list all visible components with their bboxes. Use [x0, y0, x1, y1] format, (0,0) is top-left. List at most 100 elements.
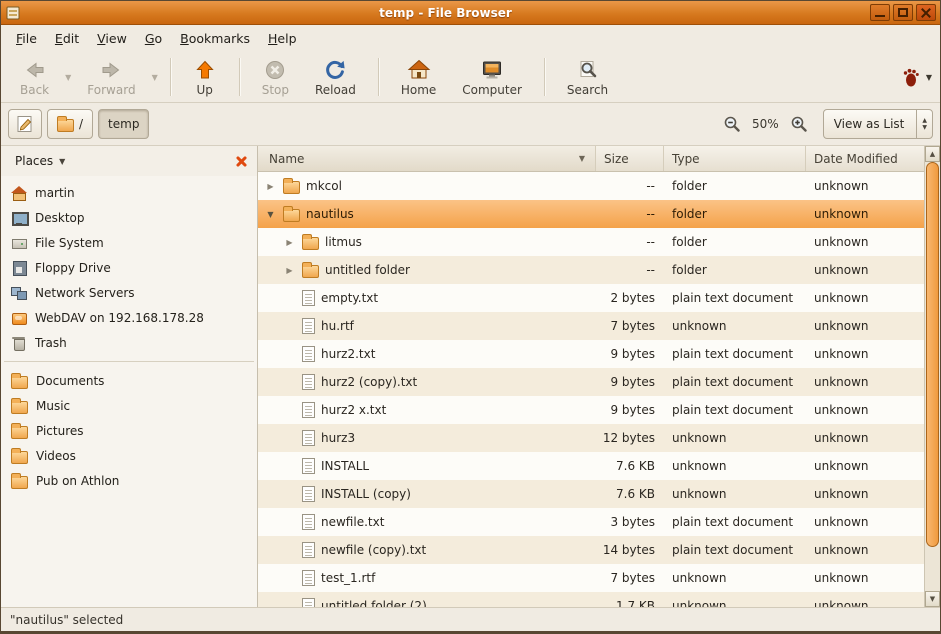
search-icon	[576, 58, 600, 82]
file-row[interactable]: hurz3 12 bytes unknown unknown	[258, 424, 924, 452]
file-row[interactable]: newfile.txt 3 bytes plain text document …	[258, 508, 924, 536]
column-label: Type	[672, 152, 700, 166]
file-row[interactable]: test_1.rtf 7 bytes unknown unknown	[258, 564, 924, 592]
expander-icon[interactable]: ▶	[283, 238, 296, 247]
file-modified: unknown	[806, 403, 924, 417]
root-path-button[interactable]: /	[47, 109, 93, 139]
toolbar-separator	[239, 58, 240, 96]
menu-help[interactable]: Help	[259, 27, 306, 50]
file-name: newfile.txt	[321, 515, 384, 529]
sidebar-item[interactable]: Pub on Athlon	[1, 468, 257, 493]
sidebar-item[interactable]: Floppy Drive	[1, 255, 257, 280]
scrollbar-track[interactable]	[925, 162, 940, 591]
column-header-type[interactable]: Type	[664, 146, 806, 171]
sidebar-item-label: Desktop	[35, 211, 85, 225]
sidebar-item-label: File System	[35, 236, 104, 250]
forward-dropdown-arrow[interactable]: ▼	[149, 73, 161, 82]
search-button[interactable]: Search	[554, 56, 621, 99]
folder-icon	[11, 401, 28, 414]
file-row[interactable]: newfile (copy).txt 14 bytes plain text d…	[258, 536, 924, 564]
toolbar-separator	[378, 58, 379, 96]
places-label: Places	[15, 154, 53, 168]
edit-location-button[interactable]	[8, 109, 42, 139]
titlebar[interactable]: temp - File Browser	[1, 1, 940, 25]
toolbar-overflow-arrow[interactable]: ▼	[924, 73, 934, 82]
reload-button[interactable]: Reload	[302, 56, 369, 99]
current-folder-label: temp	[108, 117, 139, 131]
menu-edit[interactable]: Edit	[46, 27, 88, 50]
sidebar-item[interactable]: Desktop	[1, 205, 257, 230]
menubar: File Edit View Go Bookmarks Help	[1, 25, 940, 52]
file-type: plain text document	[664, 375, 806, 389]
vertical-scrollbar[interactable]: ▲ ▼	[924, 146, 940, 607]
sidebar-item[interactable]: WebDAV on 192.168.178.28	[1, 305, 257, 330]
file-row[interactable]: untitled folder (2) 1.7 KB unknown unkno…	[258, 592, 924, 607]
scrollbar-thumb[interactable]	[926, 162, 939, 547]
combo-arrows-icon: ▲▼	[916, 110, 932, 138]
menu-go[interactable]: Go	[136, 27, 171, 50]
file-row[interactable]: INSTALL (copy) 7.6 KB unknown unknown	[258, 480, 924, 508]
file-row[interactable]: hurz2 x.txt 9 bytes plain text document …	[258, 396, 924, 424]
file-row[interactable]: hurz2 (copy).txt 9 bytes plain text docu…	[258, 368, 924, 396]
back-button[interactable]: Back	[7, 56, 62, 99]
view-mode-select[interactable]: View as List ▲▼	[823, 109, 933, 139]
file-type: unknown	[664, 431, 806, 445]
scroll-down-button[interactable]: ▼	[925, 591, 940, 607]
sidebar-item[interactable]: Trash	[1, 330, 257, 355]
expander-icon[interactable]: ▼	[264, 210, 277, 219]
menu-bookmarks[interactable]: Bookmarks	[171, 27, 259, 50]
forward-button[interactable]: Forward	[74, 56, 148, 99]
expander-icon[interactable]: ▶	[264, 182, 277, 191]
minimize-button[interactable]	[870, 4, 890, 21]
home-button[interactable]: Home	[388, 56, 449, 99]
file-type: unknown	[664, 459, 806, 473]
text-file-icon	[302, 318, 315, 334]
file-row[interactable]: hu.rtf 7 bytes unknown unknown	[258, 312, 924, 340]
column-header-date-modified[interactable]: Date Modified	[806, 146, 924, 171]
menu-file[interactable]: File	[7, 27, 46, 50]
menu-view[interactable]: View	[88, 27, 136, 50]
file-row[interactable]: ▶ untitled folder -- folder unknown	[258, 256, 924, 284]
places-selector[interactable]: Places ▼	[7, 151, 73, 171]
file-size: --	[596, 179, 664, 193]
current-folder-button[interactable]: temp	[98, 109, 149, 139]
window-icon	[5, 5, 21, 21]
up-button[interactable]: Up	[180, 56, 230, 99]
file-modified: unknown	[806, 571, 924, 585]
file-type: plain text document	[664, 291, 806, 305]
sidebar-item[interactable]: martin	[1, 180, 257, 205]
trash-icon	[11, 335, 27, 351]
expander-icon[interactable]: ▶	[283, 266, 296, 275]
back-dropdown-arrow[interactable]: ▼	[62, 73, 74, 82]
sidebar-item[interactable]: File System	[1, 230, 257, 255]
stop-button[interactable]: Stop	[249, 56, 302, 99]
column-header-name[interactable]: Name ▼	[258, 146, 596, 171]
text-file-icon	[302, 486, 315, 502]
file-row[interactable]: ▶ mkcol -- folder unknown	[258, 172, 924, 200]
sidebar-close-button[interactable]	[234, 154, 249, 169]
sidebar-item[interactable]: Documents	[1, 368, 257, 393]
zoom-in-button[interactable]	[786, 111, 812, 137]
file-browser-window: temp - File Browser File Edit View Go Bo…	[0, 0, 941, 634]
sidebar-item[interactable]: Network Servers	[1, 280, 257, 305]
maximize-button[interactable]	[893, 4, 913, 21]
close-button[interactable]	[916, 4, 936, 21]
file-row[interactable]: empty.txt 2 bytes plain text document un…	[258, 284, 924, 312]
computer-button[interactable]: Computer	[449, 56, 535, 99]
zoom-out-button[interactable]	[719, 111, 745, 137]
file-modified: unknown	[806, 235, 924, 249]
file-size: 14 bytes	[596, 543, 664, 557]
scroll-up-button[interactable]: ▲	[925, 146, 940, 162]
file-list-pane: Name ▼ Size Type Date Modified ▶	[258, 146, 940, 607]
file-row[interactable]: hurz2.txt 9 bytes plain text document un…	[258, 340, 924, 368]
file-row[interactable]: ▶ litmus -- folder unknown	[258, 228, 924, 256]
sidebar-item[interactable]: Pictures	[1, 418, 257, 443]
sidebar-item[interactable]: Videos	[1, 443, 257, 468]
desktop-icon	[11, 210, 27, 226]
file-row[interactable]: INSTALL 7.6 KB unknown unknown	[258, 452, 924, 480]
sidebar-item-label: Trash	[35, 336, 67, 350]
column-label: Date Modified	[814, 152, 898, 166]
file-row[interactable]: ▼ nautilus -- folder unknown	[258, 200, 924, 228]
column-header-size[interactable]: Size	[596, 146, 664, 171]
sidebar-item[interactable]: Music	[1, 393, 257, 418]
